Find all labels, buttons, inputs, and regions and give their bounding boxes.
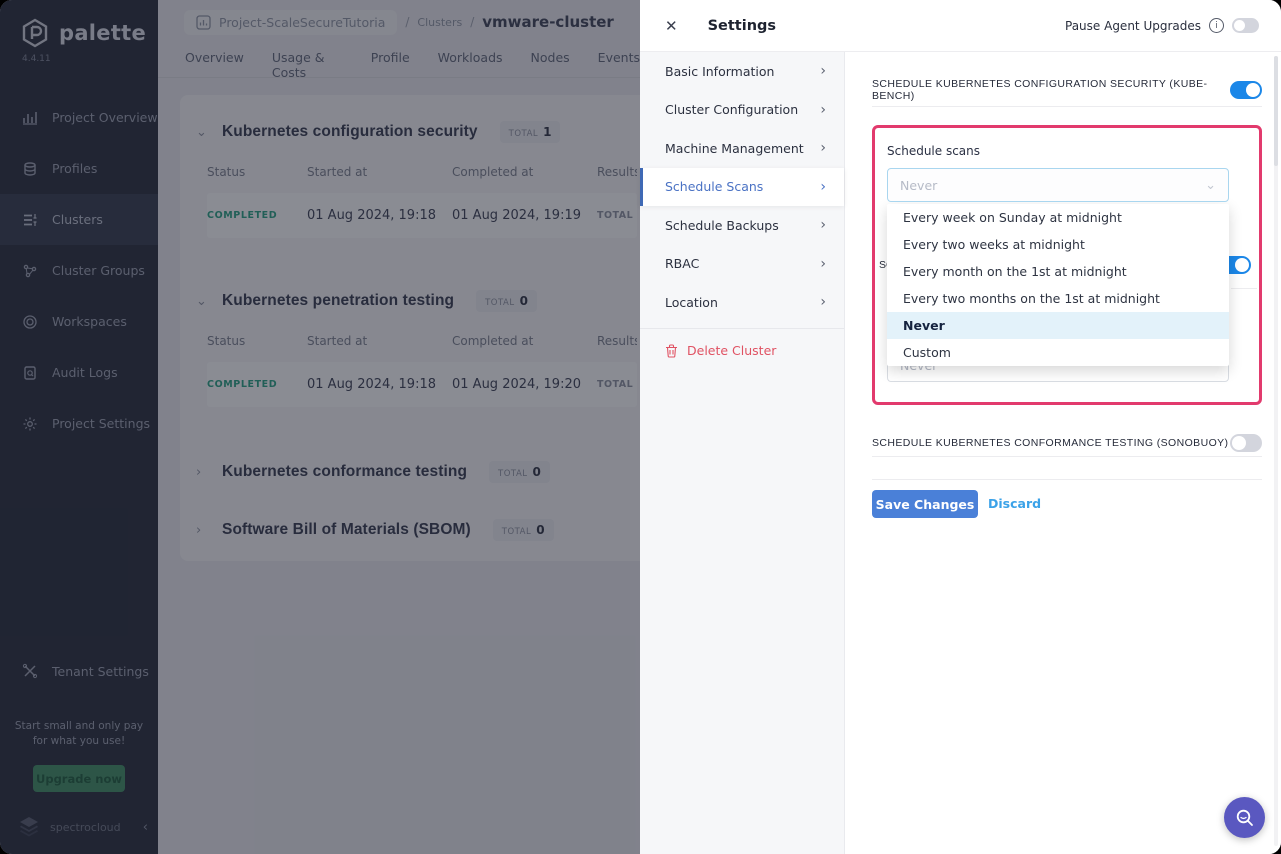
menu-item-cluster-configuration[interactable]: Cluster Configuration › bbox=[640, 91, 844, 130]
schedule-scans-dropdown: Every week on Sunday at midnight Every t… bbox=[887, 204, 1229, 366]
divider bbox=[872, 479, 1262, 480]
settings-menu: Basic Information › Cluster Configuratio… bbox=[640, 52, 845, 854]
menu-item-machine-management[interactable]: Machine Management › bbox=[640, 129, 844, 168]
select-value: Never bbox=[900, 178, 1205, 193]
pause-agent-toggle[interactable] bbox=[1232, 18, 1259, 33]
settings-panel: ✕ Settings Pause Agent Upgrades i Basic … bbox=[640, 0, 1281, 854]
magnifier-icon bbox=[1234, 807, 1256, 829]
schedule-scans-highlight-box: Schedule scans Never ⌄ SCHEDULE KUBERNET… bbox=[872, 125, 1262, 405]
pause-agent-upgrades: Pause Agent Upgrades i bbox=[1065, 18, 1281, 33]
chevron-right-icon: › bbox=[820, 217, 826, 233]
kube-bench-row: SCHEDULE KUBERNETES CONFIGURATION SECURI… bbox=[872, 76, 1262, 104]
app-window: palette 4.4.11 Project Overview Profiles… bbox=[0, 0, 1281, 854]
dropdown-option[interactable]: Custom bbox=[887, 339, 1229, 366]
menu-item-rbac[interactable]: RBAC › bbox=[640, 245, 844, 284]
menu-item-schedule-scans[interactable]: Schedule Scans › bbox=[640, 168, 844, 207]
modal-dim-overlay bbox=[0, 0, 640, 854]
dropdown-option-selected[interactable]: Never bbox=[887, 312, 1229, 339]
close-icon[interactable]: ✕ bbox=[665, 17, 678, 35]
chevron-right-icon: › bbox=[820, 294, 826, 310]
divider bbox=[1231, 288, 1257, 289]
menu-item-schedule-backups[interactable]: Schedule Backups › bbox=[640, 206, 844, 245]
dropdown-option[interactable]: Every two weeks at midnight bbox=[887, 231, 1229, 258]
pause-agent-label: Pause Agent Upgrades bbox=[1065, 19, 1201, 33]
divider bbox=[872, 456, 1262, 457]
chevron-right-icon: › bbox=[820, 256, 826, 272]
dropdown-option[interactable]: Every two months on the 1st at midnight bbox=[887, 285, 1229, 312]
kube-bench-toggle[interactable] bbox=[1230, 81, 1262, 99]
dropdown-option[interactable]: Every month on the 1st at midnight bbox=[887, 258, 1229, 285]
scrollbar-thumb[interactable] bbox=[1274, 56, 1278, 166]
settings-header: ✕ Settings Pause Agent Upgrades i bbox=[640, 0, 1281, 52]
delete-cluster-label: Delete Cluster bbox=[687, 343, 776, 358]
delete-cluster-button[interactable]: Delete Cluster bbox=[640, 331, 844, 371]
discard-link[interactable]: Discard bbox=[988, 496, 1041, 511]
info-icon[interactable]: i bbox=[1209, 18, 1224, 33]
sonobuoy-label: SCHEDULE KUBERNETES CONFORMANCE TESTING … bbox=[872, 437, 1228, 449]
search-fab-button[interactable] bbox=[1224, 797, 1265, 838]
menu-divider bbox=[640, 328, 844, 329]
schedule-scans-form: SCHEDULE KUBERNETES CONFIGURATION SECURI… bbox=[845, 52, 1281, 854]
menu-item-basic-information[interactable]: Basic Information › bbox=[640, 52, 844, 91]
chevron-right-icon: › bbox=[820, 140, 826, 156]
dropdown-option[interactable]: Every week on Sunday at midnight bbox=[887, 204, 1229, 231]
menu-item-location[interactable]: Location › bbox=[640, 283, 844, 322]
kube-bench-label: SCHEDULE KUBERNETES CONFIGURATION SECURI… bbox=[872, 78, 1230, 102]
chevron-right-icon: › bbox=[820, 102, 826, 118]
schedule-scans-label: Schedule scans bbox=[887, 144, 980, 158]
save-changes-button[interactable]: Save Changes bbox=[872, 490, 978, 518]
scrollbar-track[interactable] bbox=[1274, 56, 1278, 846]
divider bbox=[872, 106, 1262, 107]
sonobuoy-row: SCHEDULE KUBERNETES CONFORMANCE TESTING … bbox=[872, 429, 1262, 457]
chevron-right-icon: › bbox=[820, 179, 826, 195]
chevron-right-icon: › bbox=[820, 63, 826, 79]
trash-icon bbox=[665, 344, 678, 358]
settings-title: Settings bbox=[708, 18, 776, 34]
chevron-down-icon: ⌄ bbox=[1205, 178, 1216, 193]
schedule-scans-select[interactable]: Never ⌄ bbox=[887, 168, 1229, 202]
sonobuoy-toggle[interactable] bbox=[1230, 434, 1262, 452]
